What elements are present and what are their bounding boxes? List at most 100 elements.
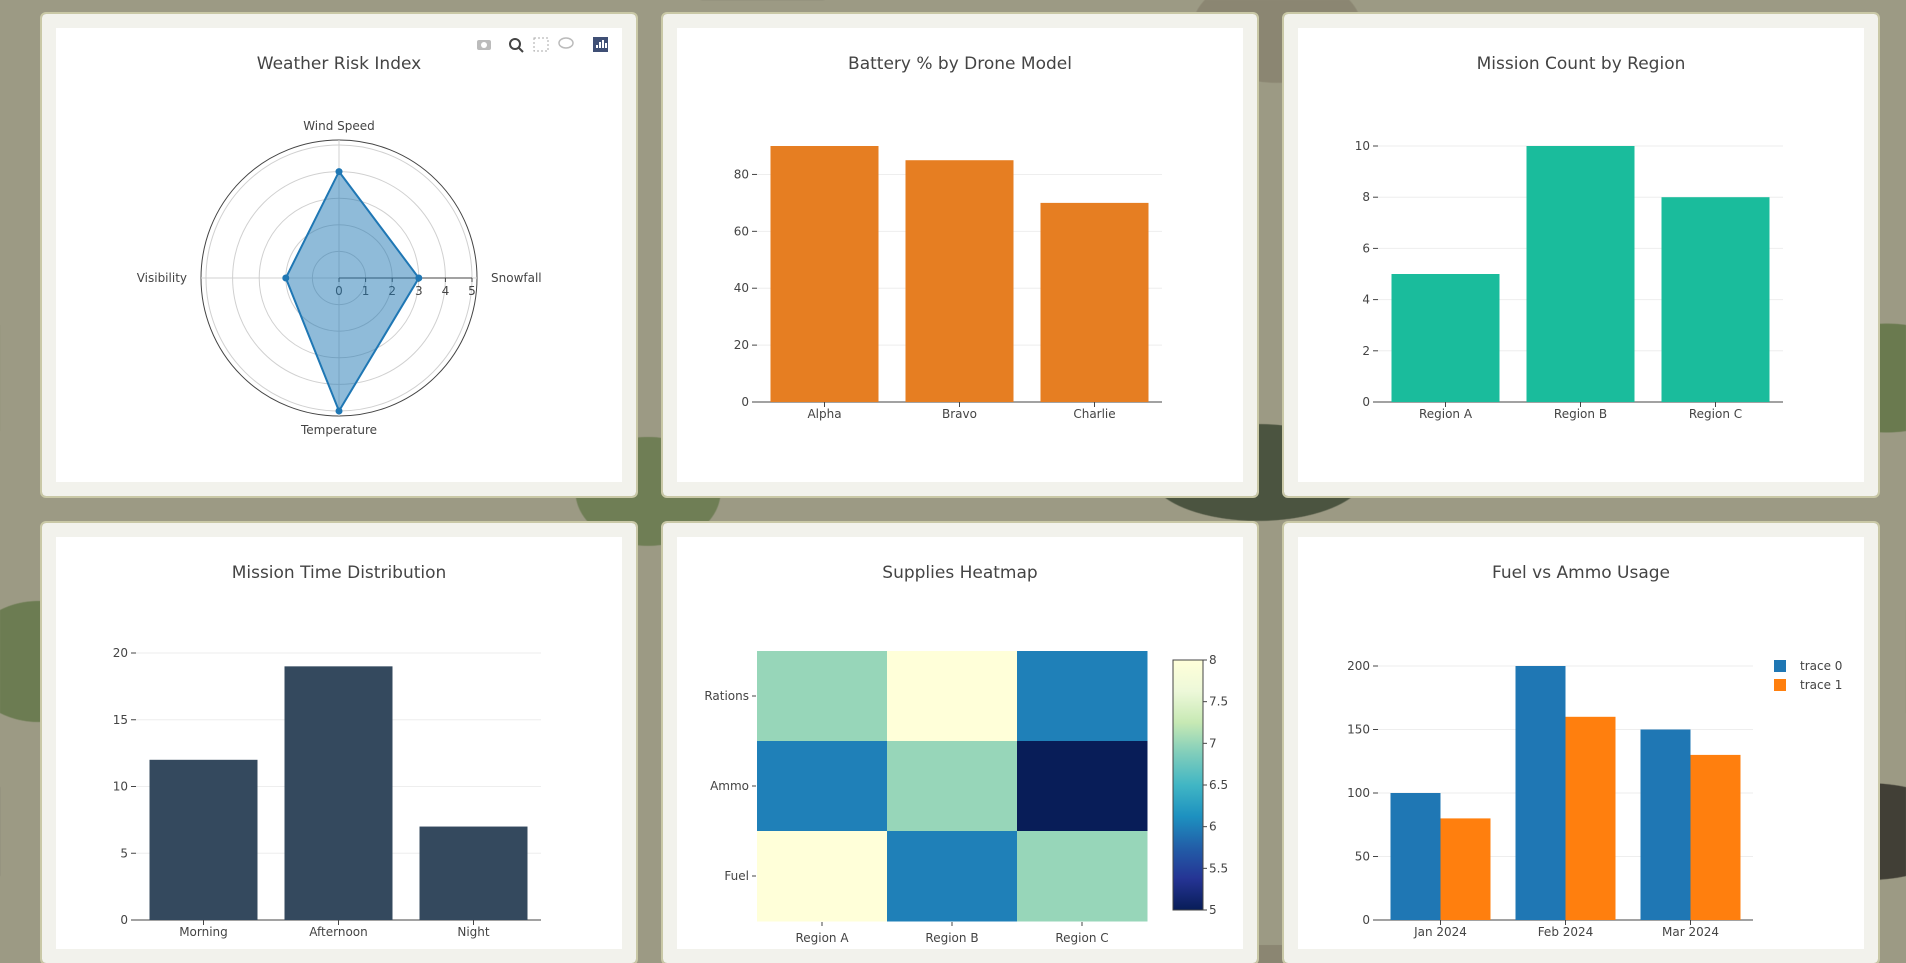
bar[interactable] (905, 160, 1014, 402)
heat-card: Supplies Heatmap Rations Ammo Fuel Region A R… (661, 521, 1259, 963)
bar[interactable] (1391, 274, 1500, 402)
y-tick-label: 80 (734, 167, 749, 181)
chart-title: Supplies Heatmap (882, 563, 1037, 583)
chart-title: Fuel vs Ammo Usage (1492, 563, 1670, 583)
angular-axis-label: Visibility (137, 271, 187, 285)
y-tick-label: 2 (1362, 344, 1370, 358)
colorbar-tick-label: 7.5 (1209, 695, 1228, 709)
heatmap-cell[interactable] (757, 741, 888, 832)
y-tick-label: 10 (113, 780, 128, 794)
bar[interactable] (770, 146, 879, 402)
heatmap-cell[interactable] (1017, 831, 1148, 922)
bar-trace-0[interactable] (1390, 793, 1441, 920)
y-tick-label: 20 (734, 338, 749, 352)
bar[interactable] (284, 666, 393, 920)
bar[interactable] (1040, 202, 1149, 402)
y-tick-label: 150 (1347, 723, 1370, 737)
plotly-logo-icon[interactable] (593, 37, 608, 52)
battery-chart[interactable]: Battery % by Drone Model 0 20 40 60 80 Alpha Br… (677, 28, 1243, 482)
y-tick-label: Ammo (710, 779, 749, 793)
angular-axis-label: Wind Speed (303, 119, 375, 133)
bar[interactable] (1526, 146, 1635, 402)
heatmap-cell[interactable] (887, 741, 1018, 832)
bar-trace-1[interactable] (1440, 818, 1491, 920)
angular-axis-label: Snowfall (491, 271, 542, 285)
mission-time-chart[interactable]: Mission Time Distribution 0 5 10 15 20 Morning… (56, 537, 622, 949)
y-tick-label: 6 (1362, 241, 1370, 255)
colorbar-tick-label: 5.5 (1209, 861, 1228, 875)
colorbar-tick-label: 6.5 (1209, 778, 1228, 792)
x-tick-label: Region A (1419, 407, 1473, 421)
heatmap-cell[interactable] (1017, 651, 1148, 742)
chart-title: Battery % by Drone Model (848, 54, 1072, 74)
fuel-card: Fuel vs Ammo Usage 0 50 100 150 200 Jan 2024 Fe… (1282, 521, 1880, 963)
radar-point[interactable] (415, 274, 423, 282)
y-tick-label: 200 (1347, 659, 1370, 673)
bar[interactable] (1661, 197, 1770, 402)
y-tick-label: Rations (704, 689, 749, 703)
y-tick-label: 0 (741, 395, 749, 409)
legend-label[interactable]: trace 1 (1800, 678, 1842, 692)
radar-point[interactable] (282, 274, 290, 282)
heatmap-cell[interactable] (887, 831, 1018, 922)
y-tick-label: 10 (1355, 139, 1370, 153)
colorbar-tick-label: 6 (1209, 820, 1217, 834)
y-tick-label: Fuel (724, 869, 749, 883)
mtime-card: Mission Time Distribution 0 5 10 15 20 Morning… (40, 521, 638, 963)
colorbar (1172, 659, 1204, 911)
select-box-icon[interactable] (533, 37, 549, 52)
weather-risk-chart[interactable]: Weather Risk Index Wind Speed Snowfall Temp… (56, 28, 622, 482)
y-tick-label: 15 (113, 713, 128, 727)
x-tick-label: Region C (1055, 931, 1108, 945)
angular-axis-label: Temperature (300, 423, 377, 437)
y-tick-label: 40 (734, 281, 749, 295)
y-tick-label: 50 (1355, 850, 1370, 864)
missions-card: Mission Count by Region 0 2 4 6 8 10 Region A Re… (1282, 12, 1880, 498)
camera-icon[interactable] (477, 40, 491, 50)
heatmap-cell[interactable] (757, 651, 888, 742)
radar-point[interactable] (335, 407, 343, 415)
legend-swatch (1774, 660, 1786, 672)
supplies-heatmap-chart[interactable]: Supplies Heatmap Rations Ammo Fuel Region A R… (677, 537, 1243, 949)
radial-tick-label: 4 (442, 284, 450, 298)
heatmap-cell[interactable] (887, 651, 1018, 742)
x-tick-label: Feb 2024 (1538, 925, 1594, 939)
radar-point[interactable] (335, 168, 343, 176)
x-tick-label: Alpha (807, 407, 841, 421)
bar-trace-1[interactable] (1690, 754, 1741, 920)
x-tick-label: Afternoon (309, 925, 368, 939)
colorbar-tick-label: 8 (1209, 653, 1217, 667)
fuel-ammo-chart[interactable]: Fuel vs Ammo Usage 0 50 100 150 200 Jan 2024 Fe… (1298, 537, 1864, 949)
mission-count-chart[interactable]: Mission Count by Region 0 2 4 6 8 10 Region A Re… (1298, 28, 1864, 482)
bar[interactable] (419, 826, 528, 920)
zoom-icon[interactable] (509, 38, 524, 53)
radar-card: Weather Risk Index Wind Speed Snowfall Temp… (40, 12, 638, 498)
bar[interactable] (149, 759, 258, 920)
bar-trace-0[interactable] (1640, 729, 1691, 921)
y-tick-label: 100 (1347, 786, 1370, 800)
chart-title: Mission Time Distribution (232, 563, 447, 583)
colorbar-tick-label: 5 (1209, 903, 1217, 917)
bar-trace-1[interactable] (1565, 716, 1616, 920)
y-tick-label: 60 (734, 224, 749, 238)
radial-tick-label: 5 (468, 284, 476, 298)
x-tick-label: Morning (179, 925, 228, 939)
heatmap-cell[interactable] (1017, 741, 1148, 832)
comment-icon[interactable] (558, 37, 574, 49)
heatmap-cell[interactable] (757, 831, 888, 922)
y-tick-label: 5 (120, 846, 128, 860)
y-tick-label: 0 (120, 913, 128, 927)
radar-area[interactable] (284, 169, 421, 414)
colorbar-tick-label: 7 (1209, 736, 1217, 750)
x-tick-label: Bravo (942, 407, 977, 421)
y-tick-label: 8 (1362, 190, 1370, 204)
x-tick-label: Night (457, 925, 490, 939)
x-tick-label: Region C (1689, 407, 1742, 421)
legend-label[interactable]: trace 0 (1800, 659, 1842, 673)
x-tick-label: Jan 2024 (1413, 925, 1467, 939)
y-tick-label: 0 (1362, 395, 1370, 409)
bar-trace-0[interactable] (1515, 666, 1566, 920)
radial-tick-label: 3 (415, 284, 423, 298)
x-tick-label: Mar 2024 (1662, 925, 1719, 939)
legend-swatch (1774, 679, 1786, 691)
